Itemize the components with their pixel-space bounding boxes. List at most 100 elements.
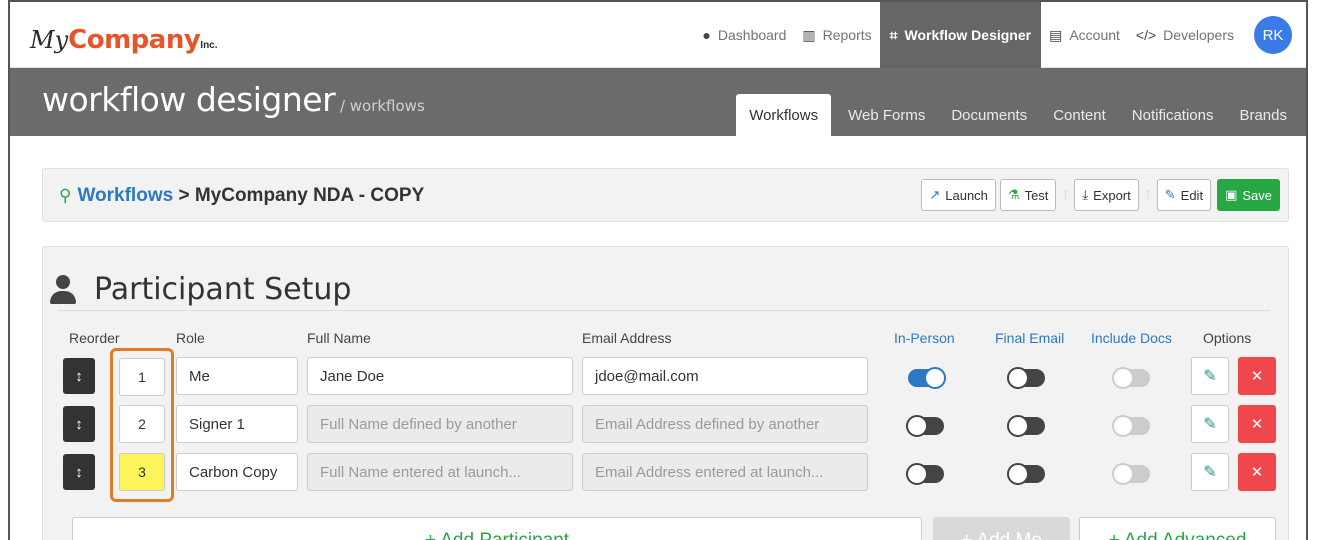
test-button[interactable]: ⚗ Test	[999, 179, 1057, 211]
export-button[interactable]: ⤓ Export	[1074, 179, 1139, 211]
edit-participant-icon[interactable]: ✎	[1191, 453, 1229, 491]
full-name-input: Full Name entered at launch...	[307, 453, 573, 491]
breadcrumb-link-workflows[interactable]: Workflows	[77, 185, 173, 206]
floppy-icon: ▣	[1225, 187, 1238, 202]
nav-workflow-designer-label: Workflow Designer	[904, 27, 1032, 43]
final-email-toggle[interactable]	[1007, 415, 1045, 437]
page-banner: workflow designer / workflows Workflows …	[10, 68, 1306, 136]
tab-web-forms[interactable]: Web Forms	[835, 96, 938, 136]
include-docs-toggle	[1112, 463, 1150, 485]
breadcrumb-separator: >	[173, 185, 195, 206]
tab-workflows[interactable]: Workflows	[736, 94, 832, 136]
top-bar: MyCompanyInc. ● Dashboard ▥ Reports ⌗ Wo…	[10, 2, 1306, 68]
col-header-in-person[interactable]: In-Person	[894, 330, 955, 346]
col-header-final-email[interactable]: Final Email	[995, 330, 1064, 346]
col-header-reorder: Reorder	[69, 330, 120, 346]
delete-participant-icon[interactable]: ✕	[1238, 453, 1276, 491]
logo-my: My	[30, 26, 69, 54]
final-email-toggle[interactable]	[1007, 367, 1045, 389]
edit-participant-icon[interactable]: ✎	[1191, 405, 1229, 443]
tab-documents[interactable]: Documents	[938, 96, 1040, 136]
account-icon: ▤	[1049, 26, 1063, 43]
drag-handle-icon[interactable]: ↕	[63, 454, 95, 490]
add-me-button: + Add Me	[933, 517, 1070, 540]
col-header-options: Options	[1203, 330, 1252, 346]
nav-account[interactable]: ▤ Account	[1041, 2, 1128, 68]
email-input[interactable]: jdoe@mail.com	[582, 357, 868, 395]
test-label: Test	[1024, 187, 1049, 203]
col-header-role: Role	[176, 330, 205, 346]
workflow-toolbar: ↗ Launch ⚗ Test ⁞ ⤓ Export ⁞ ✎ Edit ▣ Sa…	[921, 179, 1280, 211]
include-docs-toggle	[1112, 367, 1150, 389]
top-nav: ● Dashboard ▥ Reports ⌗ Workflow Designe…	[694, 2, 1306, 68]
page-title: workflow designer / workflows	[42, 80, 425, 119]
nav-workflow-designer[interactable]: ⌗ Workflow Designer	[879, 2, 1042, 68]
section-tabs: Workflows Web Forms Documents Content No…	[736, 94, 1300, 136]
save-button[interactable]: ▣ Save	[1217, 179, 1280, 211]
nav-dashboard[interactable]: ● Dashboard	[694, 2, 794, 68]
export-label: Export	[1093, 187, 1131, 203]
section-divider	[58, 310, 1270, 311]
edit-button[interactable]: ✎ Edit	[1156, 179, 1212, 211]
toolbar-divider: ⁞	[1063, 188, 1068, 202]
drag-handle-icon[interactable]: ↕	[63, 358, 95, 394]
nav-developers-label: Developers	[1163, 27, 1234, 43]
launch-button[interactable]: ↗ Launch	[921, 179, 996, 211]
nav-reports[interactable]: ▥ Reports	[794, 2, 879, 68]
edit-label: Edit	[1180, 187, 1204, 203]
workflow-icon: ⌗	[889, 26, 898, 43]
toolbar-divider: ⁞	[1146, 188, 1150, 202]
full-name-input: Full Name defined by another	[307, 405, 573, 443]
in-person-toggle[interactable]	[908, 367, 946, 389]
palette-icon: ●	[702, 27, 711, 43]
logo-company: Company	[68, 25, 201, 55]
tab-content[interactable]: Content	[1040, 96, 1119, 136]
col-header-include-docs[interactable]: Include Docs	[1091, 330, 1172, 346]
reorder-highlight	[110, 348, 174, 502]
app-window: MyCompanyInc. ● Dashboard ▥ Reports ⌗ Wo…	[8, 0, 1308, 540]
person-icon	[48, 274, 78, 305]
nav-account-label: Account	[1069, 27, 1120, 43]
tab-notifications[interactable]: Notifications	[1119, 96, 1227, 136]
pencil-icon: ✎	[1164, 187, 1176, 202]
download-icon: ⤓	[1082, 187, 1089, 202]
flask-icon: ⚗	[1007, 187, 1020, 202]
email-input: Email Address entered at launch...	[582, 453, 868, 491]
nav-dashboard-label: Dashboard	[717, 27, 787, 43]
section-title: Participant Setup	[48, 272, 351, 307]
avatar[interactable]: RK	[1254, 16, 1292, 54]
workflow-tree-icon: ⚲	[59, 186, 72, 205]
tab-brands[interactable]: Brands	[1226, 96, 1300, 136]
breadcrumb: ⚲ Workflows > MyCompany NDA - COPY ↗ Laun…	[42, 168, 1289, 222]
nav-reports-label: Reports	[822, 27, 872, 43]
nav-developers[interactable]: </> Developers	[1128, 2, 1242, 68]
role-input[interactable]: Carbon Copy	[176, 453, 298, 491]
full-name-input[interactable]: Jane Doe	[307, 357, 573, 395]
page-title-sub: / workflows	[335, 97, 425, 115]
external-link-icon: ↗	[929, 187, 941, 202]
breadcrumb-current: MyCompany NDA - COPY	[194, 185, 425, 206]
email-input: Email Address defined by another	[582, 405, 868, 443]
add-participant-button[interactable]: + Add Participant	[72, 517, 922, 540]
breadcrumb-text: ⚲ Workflows > MyCompany NDA - COPY	[59, 185, 424, 207]
include-docs-toggle	[1112, 415, 1150, 437]
role-input[interactable]: Signer 1	[176, 405, 298, 443]
section-title-text: Participant Setup	[94, 272, 352, 307]
drag-handle-icon[interactable]: ↕	[63, 406, 95, 442]
col-header-full-name: Full Name	[307, 330, 371, 346]
col-header-email: Email Address	[582, 330, 672, 346]
code-icon: </>	[1135, 27, 1157, 43]
page-title-main: workflow designer	[42, 80, 336, 119]
role-input[interactable]: Me	[176, 357, 298, 395]
launch-label: Launch	[945, 187, 988, 203]
logo-inc: Inc.	[200, 40, 218, 51]
in-person-toggle[interactable]	[906, 463, 944, 485]
delete-participant-icon[interactable]: ✕	[1238, 405, 1276, 443]
edit-participant-icon[interactable]: ✎	[1191, 357, 1229, 395]
delete-participant-icon[interactable]: ✕	[1238, 357, 1276, 395]
save-label: Save	[1242, 187, 1272, 203]
add-advanced-button[interactable]: + Add Advanced	[1079, 517, 1276, 540]
final-email-toggle[interactable]	[1007, 463, 1045, 485]
in-person-toggle[interactable]	[906, 415, 944, 437]
company-logo[interactable]: MyCompanyInc.	[30, 24, 218, 55]
